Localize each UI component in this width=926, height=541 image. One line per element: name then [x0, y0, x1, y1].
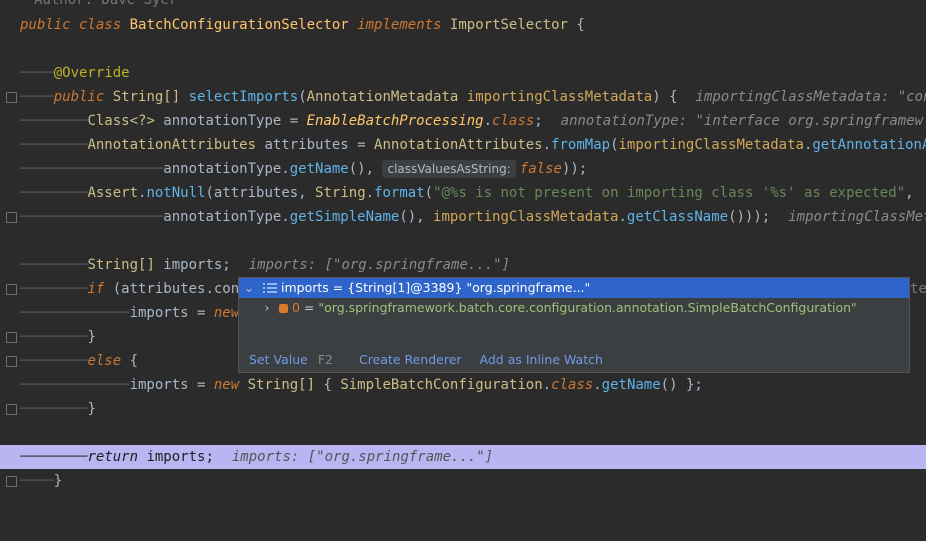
code-line: ────────Assert.notNull(attributes, Strin…	[20, 185, 914, 201]
inline-debug-value: imports: ["org.springframe..."]	[231, 449, 494, 465]
fold-icon[interactable]	[6, 404, 17, 415]
array-icon	[262, 283, 277, 293]
code-line: ────}	[0, 469, 926, 493]
method-name: selectImports	[188, 89, 299, 105]
chevron-down-icon[interactable]: ⌄	[243, 278, 255, 298]
keyword: implements	[357, 17, 442, 33]
code-line: public class BatchConfigurationSelector …	[0, 13, 926, 37]
tree-node-label: imports = {String[1]@3389} "org.springfr…	[280, 280, 591, 295]
indent-guide: ────	[20, 65, 54, 81]
set-value-link[interactable]: Set Value	[249, 352, 308, 367]
field-icon	[279, 304, 288, 313]
keyword: public	[53, 89, 105, 105]
popup-footer: Set Value F2 Create Renderer Add as Inlin…	[239, 348, 909, 372]
author-comment: Author: Dave Syer	[34, 0, 178, 8]
inline-debug-value: importingClassMetadata: "con	[695, 89, 926, 105]
code-line: ────────AnnotationAttributes attributes …	[20, 137, 926, 153]
keyword: public class	[20, 17, 122, 33]
create-renderer-link[interactable]: Create Renderer	[359, 352, 462, 367]
fold-icon[interactable]	[6, 212, 17, 223]
type-name: ImportSelector	[449, 17, 568, 33]
inline-debug-value: imports: ["org.springframe..."]	[248, 257, 511, 273]
class-name: BatchConfigurationSelector	[129, 17, 349, 33]
debugger-value-popup: ⌄ imports = {String[1]@3389} "org.spring…	[238, 277, 910, 373]
code-line: ────@Override	[0, 61, 926, 85]
inline-debug-value: annotationType: "interface org.springfra…	[560, 113, 924, 129]
fold-icon[interactable]	[6, 476, 17, 487]
string-value: "org.springframework.batch.core.configur…	[318, 300, 857, 315]
type-name: String[]	[112, 89, 181, 105]
brace: {	[576, 17, 585, 33]
code-line: ────────}	[0, 397, 926, 421]
annotation: @Override	[53, 65, 130, 81]
chevron-right-icon[interactable]: ›	[261, 298, 273, 318]
add-inline-watch-link[interactable]: Add as Inline Watch	[480, 352, 603, 367]
code-line: Author: Dave Syer	[0, 0, 926, 12]
indent-guide: ────	[20, 89, 54, 105]
fold-icon[interactable]	[6, 284, 17, 295]
code-line: ────────Class<?> annotationType = Enable…	[20, 113, 924, 129]
code-line: ─────────────imports = new String[] { Si…	[20, 377, 703, 393]
code-line: ─────────────────annotationType.getSimpl…	[0, 205, 926, 229]
current-execution-line: ────────return imports; imports: ["org.sp…	[0, 445, 926, 469]
string-literal: "@%s is not present on importing class '…	[433, 185, 906, 201]
tree-node-element-0[interactable]: › 0 = "org.springframework.batch.core.con…	[261, 298, 857, 318]
inline-debug-value: importingClassMeta	[788, 209, 926, 225]
code-line: ────public String[] selectImports(Annota…	[0, 85, 926, 109]
tree-node-imports[interactable]: ⌄ imports = {String[1]@3389} "org.spring…	[239, 278, 909, 298]
fold-icon[interactable]	[6, 332, 17, 343]
parameter-hint: classValuesAsString:	[382, 160, 516, 178]
code-line: ─────────────────annotationType.getName(…	[20, 160, 588, 178]
shortcut-hint: F2	[317, 352, 333, 367]
fold-icon[interactable]	[6, 356, 17, 367]
fold-icon[interactable]	[6, 92, 17, 103]
code-line: ────────String[] imports; imports: ["org.…	[20, 257, 511, 273]
